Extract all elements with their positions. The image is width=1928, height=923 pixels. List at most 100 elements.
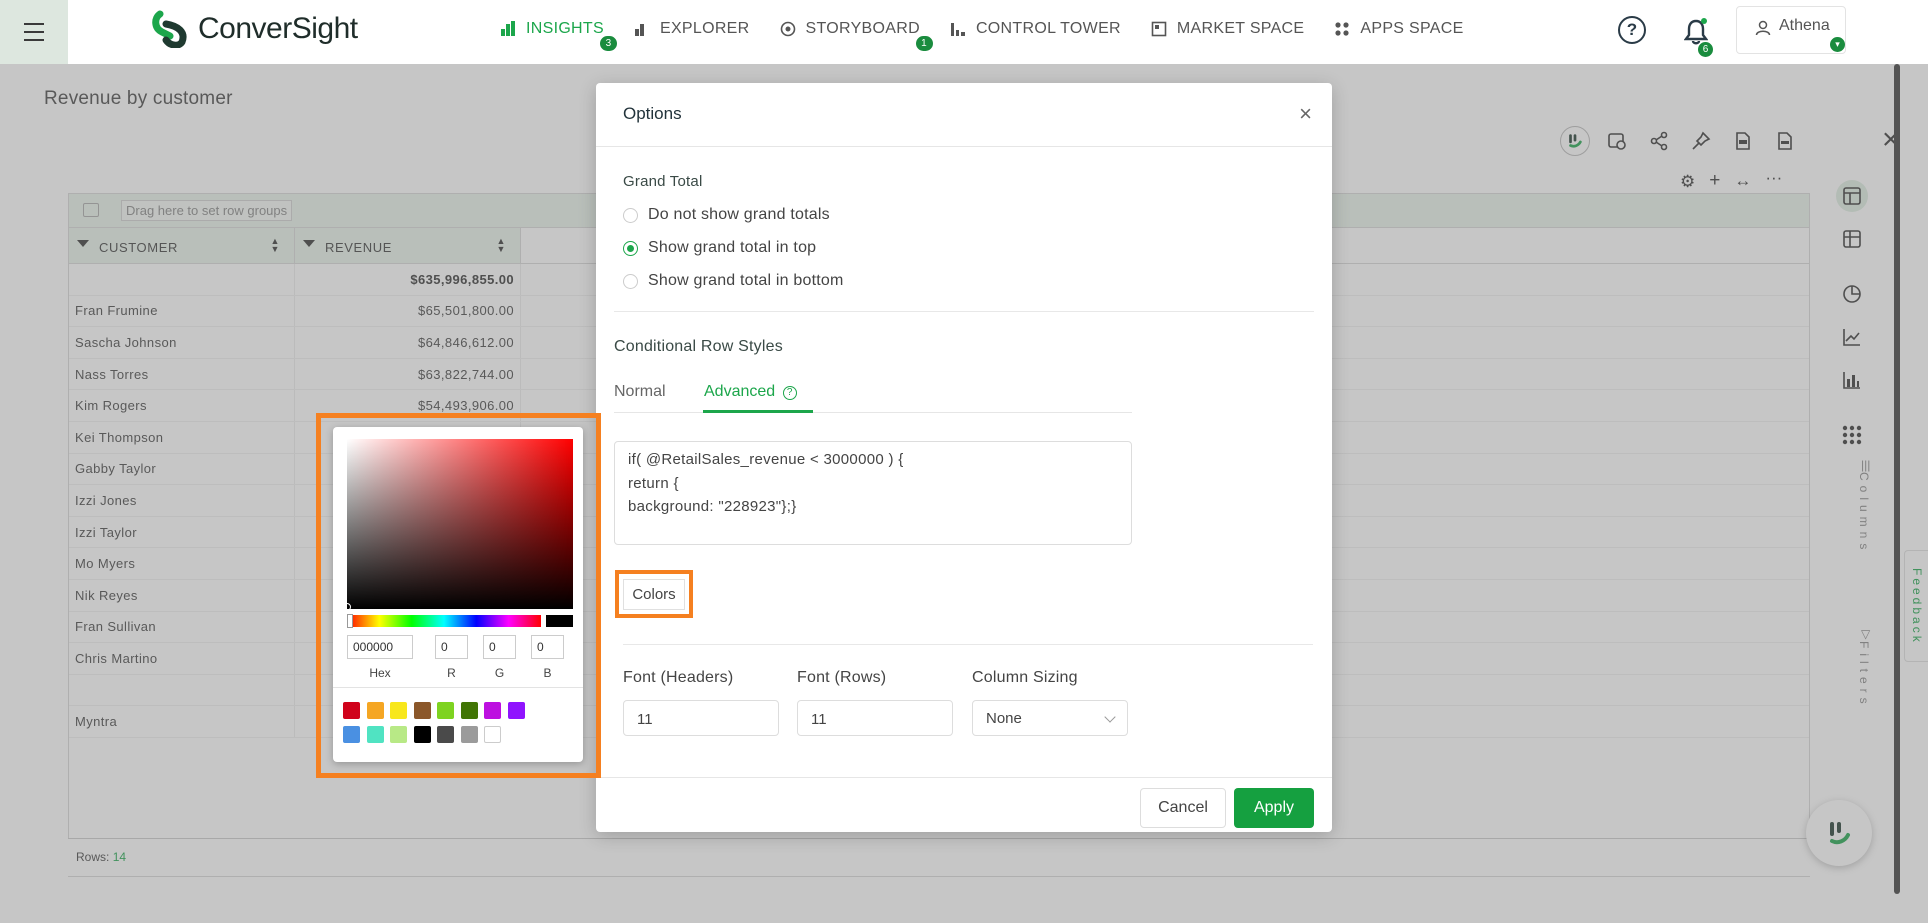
blue-label: B <box>543 666 552 680</box>
radio-label: Show grand total in bottom <box>648 272 844 289</box>
close-icon[interactable]: × <box>1299 101 1312 127</box>
radio-button[interactable] <box>623 273 638 289</box>
grand-total-label: Grand Total <box>623 173 703 190</box>
insights-icon <box>501 21 515 36</box>
nav-control-tower[interactable]: CONTROL TOWER <box>950 20 1121 38</box>
tab-advanced-label: Advanced <box>704 383 776 400</box>
dialog-title: Options <box>623 104 682 123</box>
menu-button[interactable] <box>0 0 68 64</box>
conditional-row-styles-label: Conditional Row Styles <box>614 338 783 355</box>
red-label: R <box>447 666 456 680</box>
nav-apps-space[interactable]: APPS SPACE <box>1334 20 1463 38</box>
brand-name: ConverSight <box>198 12 358 45</box>
chevron-down-icon <box>1104 711 1116 723</box>
font-headers-label: Font (Headers) <box>623 669 734 686</box>
color-swatch[interactable] <box>437 725 454 743</box>
radio-label: Do not show grand totals <box>648 206 830 223</box>
hue-slider[interactable] <box>347 614 541 628</box>
font-rows-label: Font (Rows) <box>797 669 887 686</box>
user-icon <box>1755 20 1771 36</box>
radio-no-grand-total[interactable]: Do not show grand totals <box>623 206 830 224</box>
green-input[interactable] <box>483 635 516 659</box>
hex-label: Hex <box>369 666 391 680</box>
top-nav-bar: ConverSight INSIGHTS 3 EXPLORER STORYBOA… <box>0 0 1928 64</box>
condition-code-editor[interactable]: if( @RetailSales_revenue < 3000000 ) { r… <box>614 441 1132 545</box>
colors-button[interactable]: Colors <box>615 570 693 618</box>
swatch-divider <box>333 687 583 688</box>
nav-market-space[interactable]: MARKET SPACE <box>1151 20 1304 38</box>
help-circle-icon[interactable]: ? <box>782 386 797 400</box>
nav-control-tower-label: CONTROL TOWER <box>975 20 1121 37</box>
column-sizing-select[interactable]: None <box>972 700 1128 736</box>
nav-explorer[interactable]: EXPLORER <box>634 20 750 38</box>
nav-storyboard[interactable]: STORYBOARD 1 <box>780 20 933 51</box>
color-swatch[interactable] <box>366 725 384 743</box>
column-sizing-value: None <box>986 710 1022 727</box>
brand-logo[interactable]: ConverSight <box>152 10 358 48</box>
blue-input[interactable] <box>531 635 564 659</box>
storyboard-icon <box>780 21 795 37</box>
insights-badge: 3 <box>600 36 617 51</box>
notifications-button[interactable]: 6 <box>1682 16 1713 57</box>
green-label: G <box>494 666 505 680</box>
storyboard-badge: 1 <box>915 36 933 51</box>
radio-grand-total-top[interactable]: Show grand total in top <box>623 239 816 257</box>
color-swatch[interactable] <box>507 702 525 719</box>
market-space-icon <box>1151 21 1167 37</box>
cancel-button[interactable]: Cancel <box>1140 788 1226 828</box>
font-headers-input[interactable]: 11 <box>623 700 779 736</box>
divider <box>623 644 1313 645</box>
apps-space-icon <box>1335 22 1349 36</box>
font-rows-input[interactable]: 11 <box>797 700 953 736</box>
color-swatch[interactable] <box>484 702 501 719</box>
nav-apps-space-label: APPS SPACE <box>1360 20 1464 37</box>
color-swatch[interactable] <box>390 702 407 719</box>
color-swatch[interactable] <box>413 725 431 743</box>
dialog-header: Options × <box>596 83 1332 147</box>
color-swatch[interactable] <box>460 725 478 743</box>
column-sizing-label: Column Sizing <box>972 669 1078 686</box>
radio-button[interactable] <box>623 207 638 223</box>
saturation-value-area[interactable] <box>343 439 573 611</box>
color-swatch[interactable] <box>366 702 384 719</box>
nav-insights[interactable]: INSIGHTS 3 <box>500 20 617 51</box>
red-input[interactable] <box>435 635 468 659</box>
conversight-logo-icon <box>152 10 187 48</box>
colors-button-label: Colors <box>623 578 685 610</box>
style-mode-tabs: Normal Advanced ? <box>614 373 1132 413</box>
apply-button[interactable]: Apply <box>1234 788 1314 828</box>
radio-grand-total-bottom[interactable]: Show grand total in bottom <box>623 272 844 290</box>
tab-advanced[interactable]: Advanced ? <box>704 383 797 401</box>
nav-market-space-label: MARKET SPACE <box>1176 20 1305 37</box>
current-color-swatch <box>546 615 573 627</box>
radio-button-selected[interactable] <box>623 240 638 256</box>
divider <box>614 311 1314 312</box>
color-swatch[interactable] <box>437 702 454 719</box>
user-name: Athena <box>1779 17 1830 34</box>
control-tower-icon <box>950 23 965 36</box>
user-menu[interactable]: Athena ▾ <box>1736 6 1846 54</box>
color-swatch[interactable] <box>413 702 431 719</box>
user-dropdown-icon: ▾ <box>1830 37 1845 52</box>
color-swatch[interactable] <box>343 702 360 719</box>
nav-storyboard-label: STORYBOARD <box>805 20 920 37</box>
color-picker: Hex R G B <box>333 427 583 762</box>
color-cursor[interactable] <box>343 603 351 611</box>
hamburger-icon <box>24 20 44 44</box>
nav-explorer-label: EXPLORER <box>659 20 750 37</box>
color-swatch[interactable] <box>390 725 407 743</box>
notifications-badge: 6 <box>1698 42 1713 57</box>
nav-insights-label: INSIGHTS <box>526 20 604 37</box>
hex-input[interactable] <box>347 635 413 659</box>
tab-normal[interactable]: Normal <box>614 383 666 401</box>
explorer-icon <box>634 24 644 36</box>
color-swatch[interactable] <box>343 725 360 743</box>
hue-slider-handle[interactable] <box>347 614 353 628</box>
main-nav: INSIGHTS 3 EXPLORER STORYBOARD 1 CONTROL… <box>500 20 1494 51</box>
color-swatch[interactable] <box>460 702 478 719</box>
header-actions: ? 6 Athena ▾ <box>1618 6 1846 57</box>
help-icon[interactable]: ? <box>1618 16 1646 44</box>
color-swatch[interactable] <box>484 725 501 743</box>
options-dialog: Options × Grand Total Do not show grand … <box>596 83 1332 832</box>
active-tab-indicator <box>703 410 813 413</box>
